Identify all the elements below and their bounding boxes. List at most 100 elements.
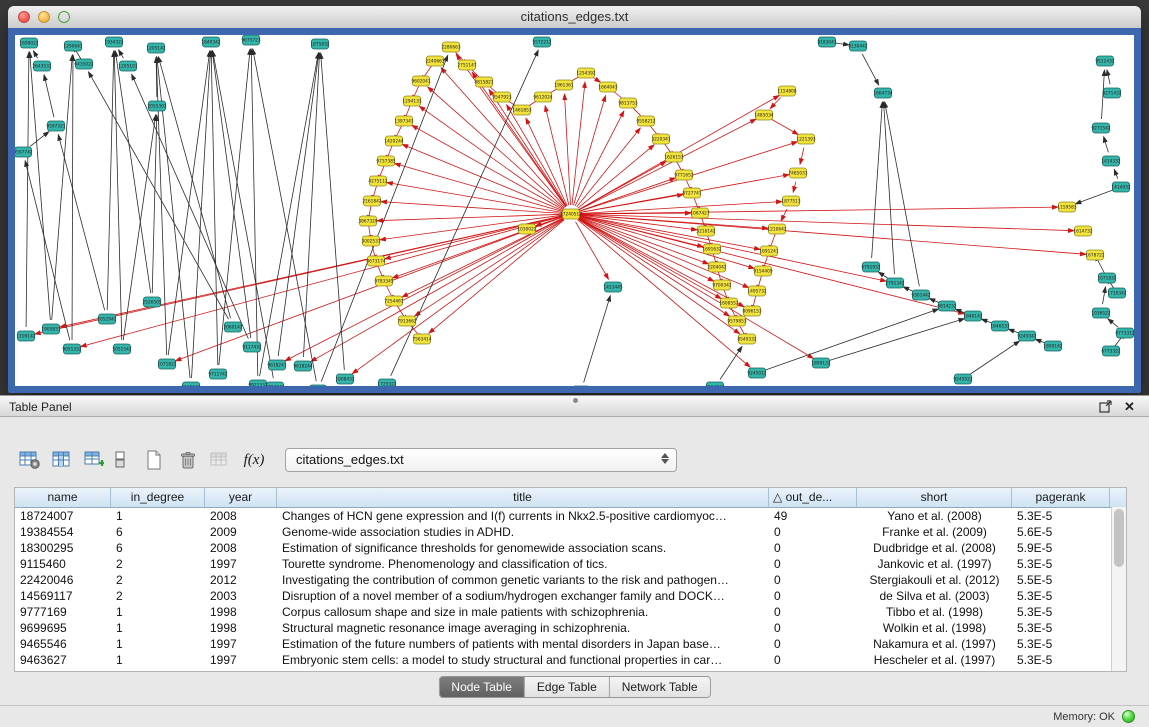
network-node[interactable]: 5572212: [532, 37, 551, 47]
network-edge[interactable]: [770, 97, 781, 108]
network-node[interactable]: 9245042: [1017, 331, 1036, 341]
column-header-year[interactable]: year: [205, 488, 277, 507]
network-edge[interactable]: [720, 346, 742, 379]
network-edge[interactable]: [419, 106, 563, 209]
function-builder-button[interactable]: f(x): [240, 447, 268, 473]
network-edge[interactable]: [30, 52, 51, 320]
float-panel-icon[interactable]: [1098, 399, 1113, 414]
network-canvas[interactable]: 1724051222406639602041129413313973431420…: [15, 35, 1134, 386]
network-node[interactable]: 1614732: [1073, 226, 1092, 236]
network-node[interactable]: 2280663: [441, 42, 460, 52]
network-edge[interactable]: [25, 161, 70, 341]
network-node[interactable]: 3220341: [651, 134, 670, 144]
network-node[interactable]: 1453445: [603, 282, 622, 292]
network-edge[interactable]: [580, 207, 1058, 214]
table-row[interactable]: 946362711997Embryonic stem cells: a mode…: [15, 652, 1126, 668]
network-node[interactable]: 9618241: [267, 360, 286, 370]
network-node[interactable]: 9245022: [953, 374, 972, 384]
network-edge[interactable]: [152, 115, 157, 293]
network-node[interactable]: 4275112: [368, 176, 387, 186]
network-node[interactable]: 1071822: [157, 359, 176, 369]
network-node[interactable]: 1710342: [1107, 288, 1126, 298]
network-edge[interactable]: [428, 87, 565, 208]
network-edge[interactable]: [352, 219, 563, 373]
network-node[interactable]: 9597321: [46, 121, 65, 131]
splitter-handle[interactable]: [573, 398, 578, 403]
network-edge[interactable]: [402, 218, 563, 297]
network-node[interactable]: 6435022: [74, 59, 93, 69]
network-edge[interactable]: [278, 53, 319, 356]
network-hub-node[interactable]: 17240512: [560, 209, 582, 219]
network-edge[interactable]: [1104, 137, 1109, 153]
network-edge[interactable]: [885, 102, 920, 286]
network-edge[interactable]: [30, 132, 49, 147]
network-node[interactable]: 9814232: [937, 301, 956, 311]
network-edge[interactable]: [584, 296, 611, 383]
network-node[interactable]: 9301442: [911, 290, 930, 300]
network-node[interactable]: 1008432: [335, 374, 354, 384]
network-edge[interactable]: [219, 49, 250, 365]
network-edge[interactable]: [981, 319, 991, 323]
network-node[interactable]: 1461853: [512, 105, 531, 115]
network-node[interactable]: 6773322: [1101, 346, 1120, 356]
network-node[interactable]: 1210642: [767, 224, 786, 234]
network-node[interactable]: 1109142: [16, 331, 35, 341]
network-node[interactable]: 1846533: [990, 321, 1009, 331]
network-edge[interactable]: [192, 51, 211, 378]
network-node[interactable]: 9771652: [674, 170, 693, 180]
network-node[interactable]: 9597742: [15, 147, 33, 157]
network-edge[interactable]: [303, 53, 319, 357]
network-edge[interactable]: [580, 217, 755, 269]
network-node[interactable]: 9271542: [1091, 123, 1110, 133]
network-edge[interactable]: [158, 57, 230, 319]
network-node[interactable]: 1875832: [310, 39, 329, 49]
network-edge[interactable]: [572, 82, 585, 205]
network-edge[interactable]: [929, 299, 938, 303]
network-node[interactable]: 1205142: [146, 43, 165, 53]
network-edge[interactable]: [1103, 287, 1106, 304]
close-panel-icon[interactable]: ✕: [1122, 399, 1137, 414]
network-edge[interactable]: [765, 309, 938, 370]
network-edge[interactable]: [793, 182, 796, 193]
table-row[interactable]: 911546021997Tourette syndrome. Phenomeno…: [15, 556, 1126, 572]
network-node[interactable]: 9154409: [753, 266, 772, 276]
network-edge[interactable]: [44, 75, 54, 117]
tab-edge-table[interactable]: Edge Table: [525, 677, 610, 697]
tab-network-table[interactable]: Network Table: [610, 677, 710, 697]
column-header-out-de-[interactable]: △ out_de...: [769, 488, 857, 507]
network-edge[interactable]: [580, 214, 1074, 230]
network-node[interactable]: 9512432: [1095, 56, 1114, 66]
network-node[interactable]: 1608552: [719, 298, 738, 308]
network-node[interactable]: 8130442: [848, 41, 867, 51]
network-node[interactable]: 1899142: [1043, 341, 1062, 351]
network-node[interactable]: 1934322: [104, 37, 123, 47]
table-row[interactable]: 1938455462009Genome-wide association stu…: [15, 524, 1126, 540]
table-row[interactable]: 977716911998Corpus callosum shape and si…: [15, 604, 1126, 620]
network-node[interactable]: 1290641: [63, 41, 82, 51]
table-row[interactable]: 946554611997Estimation of the future num…: [15, 636, 1126, 652]
network-node[interactable]: 9579853: [727, 316, 746, 326]
network-node[interactable]: 4815821: [474, 77, 493, 87]
network-node[interactable]: 1485034: [754, 110, 773, 120]
network-node[interactable]: 2204042: [707, 262, 726, 272]
network-node[interactable]: 9051332: [62, 344, 81, 354]
network-node[interactable]: 1420244: [384, 136, 403, 146]
network-node[interactable]: 2791342: [885, 278, 904, 288]
network-node[interactable]: 1905831: [41, 324, 60, 334]
network-node[interactable]: 1678722: [1085, 250, 1104, 260]
network-edge[interactable]: [253, 49, 317, 381]
network-edge[interactable]: [903, 287, 913, 291]
network-node[interactable]: 2052942: [97, 314, 116, 324]
column-header-short[interactable]: short: [857, 488, 1012, 507]
network-edge[interactable]: [33, 51, 37, 58]
network-edge[interactable]: [878, 272, 887, 278]
network-node[interactable]: 1036522: [1091, 308, 1110, 318]
network-node[interactable]: 9612024: [533, 92, 552, 102]
new-column-button[interactable]: [80, 447, 108, 473]
network-node[interactable]: 1205101: [118, 61, 137, 71]
network-edge[interactable]: [594, 78, 601, 82]
network-node[interactable]: 1154808: [777, 86, 796, 96]
network-node[interactable]: 1495732: [747, 286, 766, 296]
network-node[interactable]: 9675723: [241, 35, 260, 45]
network-node[interactable]: 1397343: [394, 116, 413, 126]
